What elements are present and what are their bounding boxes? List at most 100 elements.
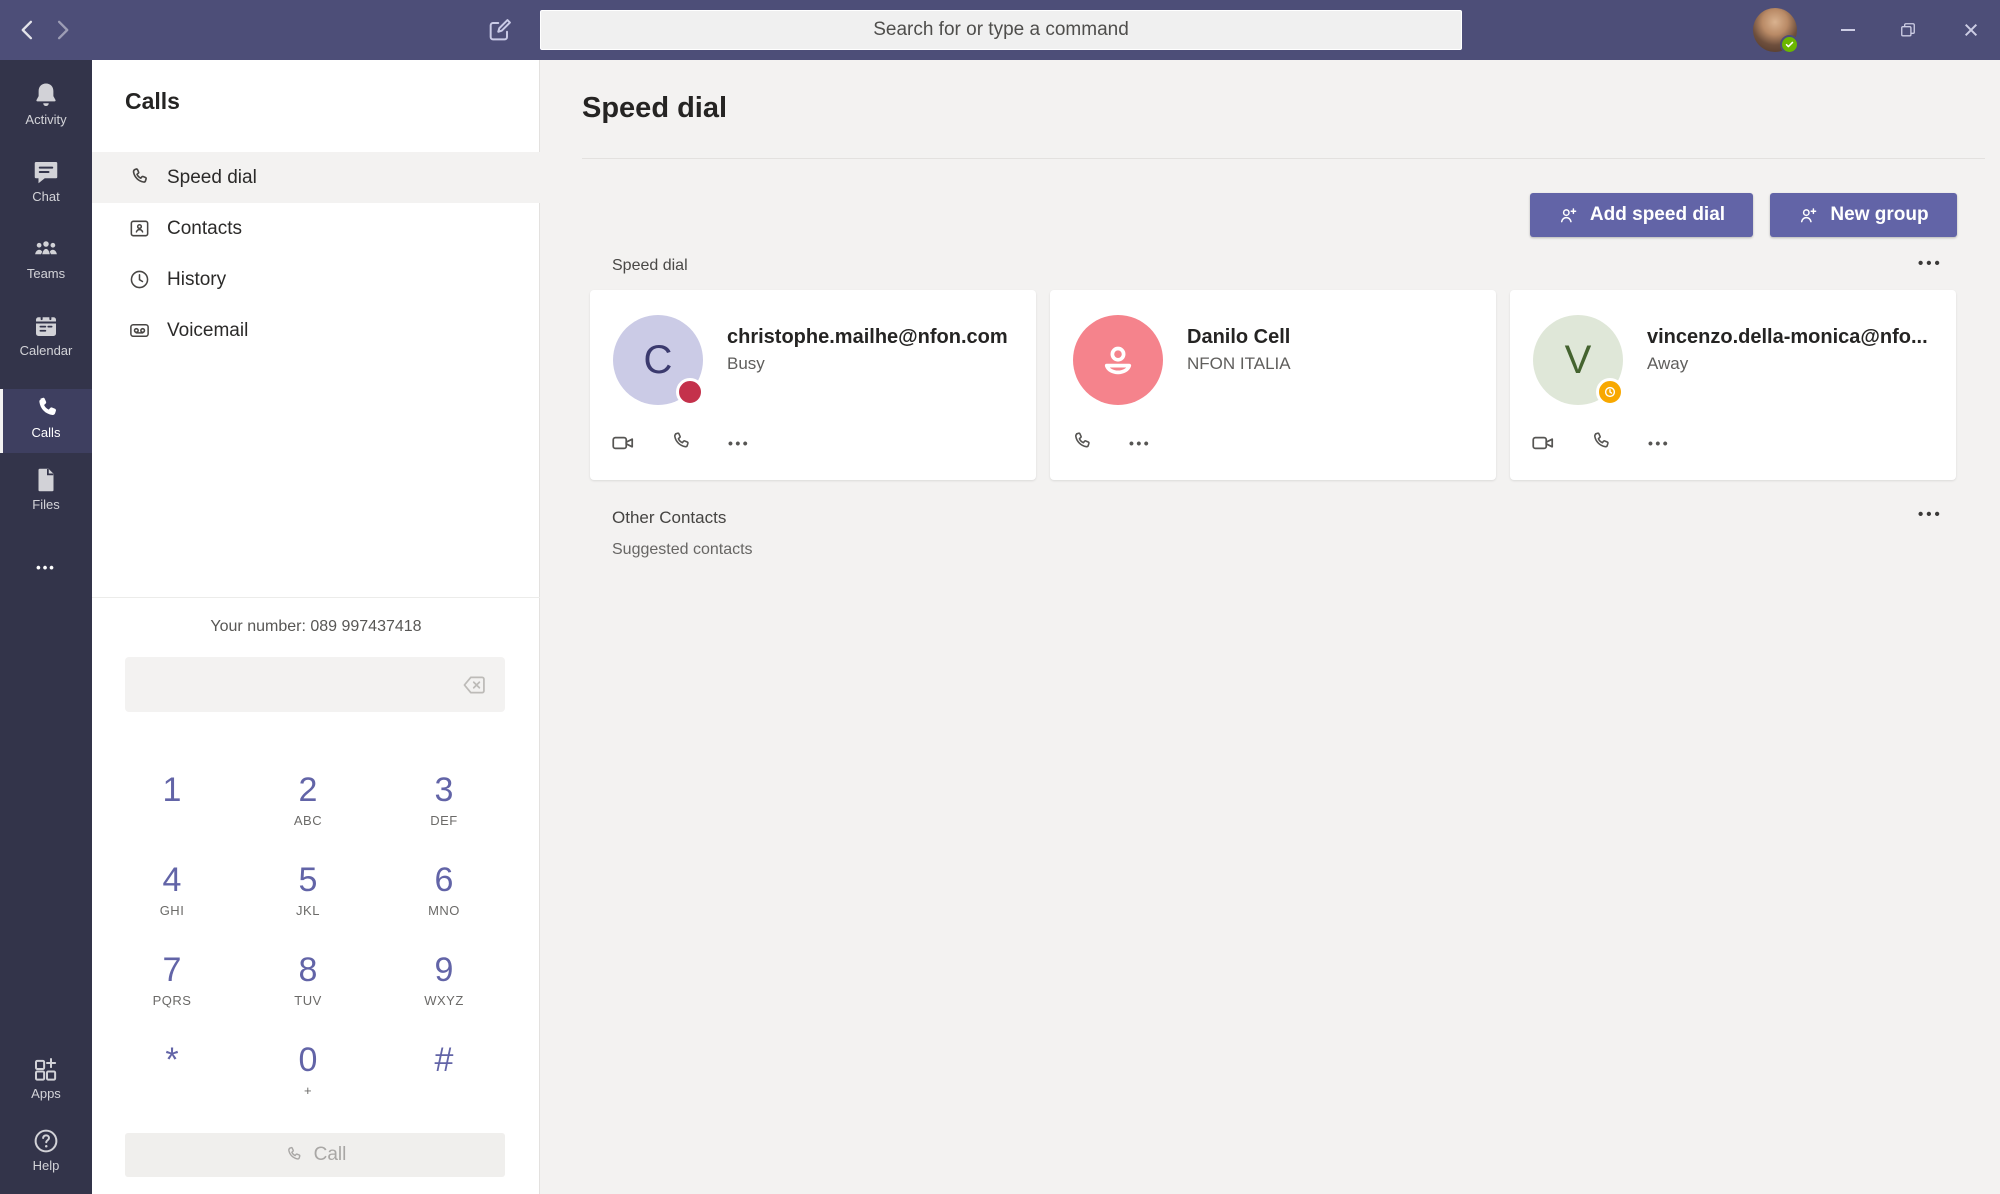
phone-outline-icon — [128, 166, 151, 189]
minimize-icon — [1841, 29, 1855, 31]
dialpad-key-2[interactable]: 2ABC — [240, 767, 376, 829]
backspace-button[interactable] — [460, 671, 488, 699]
sidebar-item-files[interactable]: Files — [0, 465, 92, 512]
contact-card-icon — [128, 217, 151, 240]
dialpad-section — [92, 597, 540, 598]
speed-dial-card[interactable]: Danilo Cell NFON ITALIA ••• — [1050, 290, 1496, 480]
sidebar-item-calendar[interactable]: Calendar — [0, 311, 92, 358]
section-label-speed-dial: Speed dial — [612, 257, 688, 275]
sidebar-item-label: Activity — [0, 113, 92, 127]
sidebar-item-help[interactable]: Help — [0, 1126, 92, 1173]
sidebar-item-apps[interactable]: Apps — [0, 1054, 92, 1101]
menu-item-label: Speed dial — [167, 167, 257, 189]
dialpad-key-8[interactable]: 8TUV — [240, 947, 376, 1009]
page-title: Speed dial — [582, 92, 727, 125]
dialpad-key-7[interactable]: 7PQRS — [104, 947, 240, 1009]
panel-title: Calls — [125, 88, 180, 115]
dialpad-key-pound[interactable]: # — [376, 1037, 512, 1083]
restore-button[interactable] — [1892, 14, 1924, 46]
sidebar-item-activity[interactable]: Activity — [0, 80, 92, 127]
video-call-icon[interactable] — [1530, 430, 1556, 456]
menu-item-history[interactable]: History — [92, 254, 540, 305]
search-input[interactable]: Search for or type a command — [540, 10, 1462, 50]
calls-panel: Calls Speed dial Contacts — [92, 60, 540, 1194]
speed-dial-more-button[interactable]: ••• — [1918, 255, 1943, 272]
sidebar-item-label: Calls — [0, 426, 92, 440]
teams-app-window: Search for or type a command × — [0, 0, 2000, 1194]
audio-call-icon[interactable] — [1070, 430, 1096, 456]
call-button-label: Call — [314, 1144, 347, 1166]
back-button[interactable] — [14, 16, 42, 44]
dialpad-key-0[interactable]: 0+ — [240, 1037, 376, 1099]
backspace-icon — [460, 671, 488, 699]
calls-menu: Speed dial Contacts History — [92, 152, 540, 356]
avatar — [1073, 315, 1163, 405]
chat-icon — [31, 157, 61, 187]
help-icon — [31, 1126, 61, 1156]
card-more-button[interactable]: ••• — [1648, 435, 1670, 451]
menu-item-voicemail[interactable]: Voicemail — [92, 305, 540, 356]
dialpad-key-6[interactable]: 6MNO — [376, 857, 512, 919]
header-divider — [582, 158, 1985, 159]
dial-number-input[interactable] — [125, 657, 505, 712]
phone-icon — [31, 393, 61, 423]
sidebar-item-label: Chat — [0, 190, 92, 204]
dialpad-key-5[interactable]: 5JKL — [240, 857, 376, 919]
user-avatar[interactable] — [1753, 8, 1797, 52]
menu-item-label: Contacts — [167, 218, 242, 240]
menu-item-speed-dial[interactable]: Speed dial — [92, 152, 540, 203]
section-label-other-contacts: Other Contacts — [612, 508, 726, 528]
call-button[interactable]: Call — [125, 1133, 505, 1177]
rail-more-button[interactable]: ••• — [0, 560, 92, 575]
speed-dial-card[interactable]: C christophe.mailhe@nfon.com Busy ••• — [590, 290, 1036, 480]
speed-dial-page: Speed dial Add speed dial New group Spee… — [540, 60, 2000, 1194]
contact-name: Danilo Cell — [1187, 326, 1483, 349]
dialpad-key-3[interactable]: 3DEF — [376, 767, 512, 829]
dialpad-key-4[interactable]: 4GHI — [104, 857, 240, 919]
speed-dial-card[interactable]: V vincenzo.della-monica@nfo... Away ••• — [1510, 290, 1956, 480]
clock-icon — [128, 268, 151, 291]
available-status-icon — [1780, 35, 1799, 54]
sidebar-item-label: Calendar — [0, 344, 92, 358]
other-contacts-more-button[interactable]: ••• — [1918, 506, 1943, 523]
apps-icon — [31, 1054, 61, 1084]
new-chat-button[interactable] — [486, 16, 514, 44]
app-body: Activity Chat Teams — [0, 60, 2000, 1194]
contact-status: Busy — [727, 354, 765, 374]
card-more-button[interactable]: ••• — [1129, 435, 1151, 451]
compose-icon — [486, 16, 514, 44]
chevron-right-icon — [48, 16, 76, 44]
sidebar-item-chat[interactable]: Chat — [0, 157, 92, 204]
card-more-button[interactable]: ••• — [728, 435, 750, 451]
sidebar-item-label: Apps — [0, 1087, 92, 1101]
person-icon — [1092, 334, 1144, 386]
dialpad-key-9[interactable]: 9WXYZ — [376, 947, 512, 1009]
audio-call-icon[interactable] — [669, 430, 695, 456]
sidebar-item-label: Files — [0, 498, 92, 512]
your-number-label: Your number: 089 997437418 — [92, 618, 540, 636]
add-speed-dial-button[interactable]: Add speed dial — [1530, 193, 1753, 237]
contact-company: NFON ITALIA — [1187, 354, 1291, 374]
chevron-left-icon — [14, 16, 42, 44]
close-button[interactable]: × — [1955, 14, 1987, 46]
dialpad-key-star[interactable]: * — [104, 1037, 240, 1083]
title-bar: Search for or type a command × — [0, 0, 2000, 60]
sidebar-item-label: Teams — [0, 267, 92, 281]
add-speed-dial-label: Add speed dial — [1590, 204, 1725, 226]
contact-name: christophe.mailhe@nfon.com — [727, 326, 1023, 349]
new-group-button[interactable]: New group — [1770, 193, 1957, 237]
away-status-icon — [1596, 378, 1624, 406]
audio-call-icon[interactable] — [1589, 430, 1615, 456]
video-call-icon[interactable] — [610, 430, 636, 456]
voicemail-icon — [128, 319, 151, 342]
restore-icon — [1898, 20, 1918, 40]
sidebar-item-label: Help — [0, 1159, 92, 1173]
sidebar-item-teams[interactable]: Teams — [0, 234, 92, 281]
busy-status-icon — [676, 378, 704, 406]
sidebar-item-calls[interactable]: Calls — [0, 393, 92, 440]
calendar-icon — [31, 311, 61, 341]
minimize-button[interactable] — [1832, 14, 1864, 46]
dialpad-key-1[interactable]: 1 — [104, 767, 240, 813]
menu-item-contacts[interactable]: Contacts — [92, 203, 540, 254]
forward-button[interactable] — [48, 16, 76, 44]
